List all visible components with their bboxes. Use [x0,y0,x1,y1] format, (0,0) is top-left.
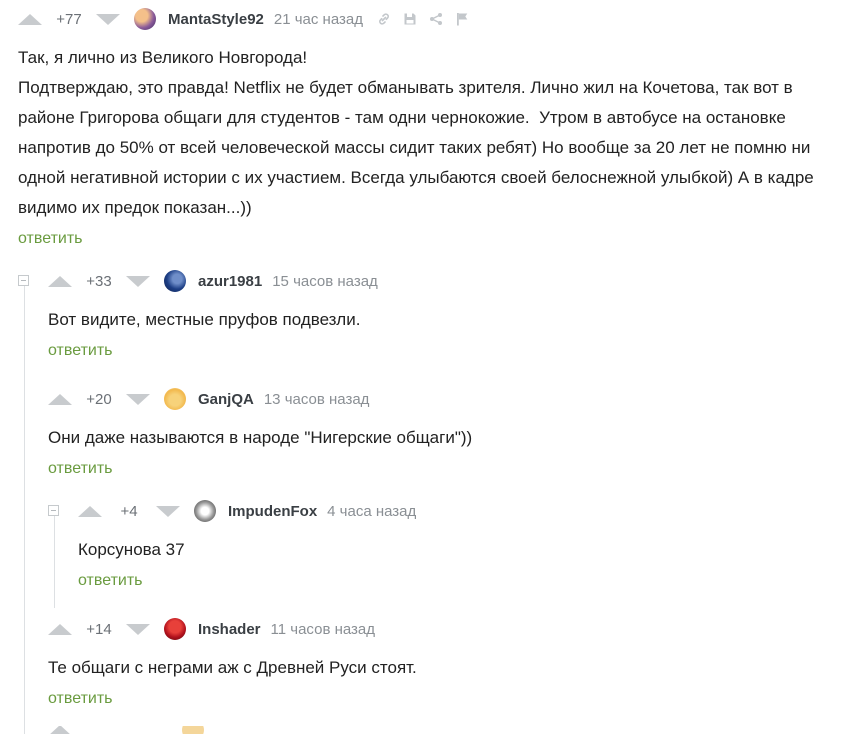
comment-rating: +4 [120,502,138,520]
comment-text: Они даже называются в народе "Нигерские … [48,428,473,447]
comment-rating: +77 [56,10,82,28]
reply-link[interactable]: ответить [18,230,83,248]
comment-rating: +33 [86,272,112,290]
upvote-arrow-icon[interactable] [18,13,42,25]
upvote-arrow-icon[interactable] [78,505,102,517]
avatar[interactable] [164,388,186,410]
downvote-arrow-icon[interactable] [126,393,150,405]
comment-header: +14 Inshader 11 часов назад [48,617,375,641]
username[interactable]: azur1981 [198,273,262,290]
comment-header: +20 GanjQA 13 часов назад [48,387,369,411]
downvote-arrow-icon[interactable] [126,623,150,635]
upvote-arrow-icon[interactable] [48,393,72,405]
comment-header: +4 ImpudenFox 4 часа назад [78,499,416,523]
comment-header: +77 MantaStyle92 21 час назад [18,7,481,31]
collapse-thread-icon[interactable] [18,275,29,286]
downvote-arrow-icon[interactable] [96,13,120,25]
username[interactable]: ImpudenFox [228,503,317,520]
comment-tools [377,12,481,26]
upvote-arrow-icon[interactable] [48,623,72,635]
comment-text: Вот видите, местные пруфов подвезли. [48,310,361,329]
collapse-thread-icon[interactable] [48,505,59,516]
reply-link[interactable]: ответить [48,342,113,360]
next-comment-header-partial [48,726,216,734]
timestamp[interactable]: 13 часов назад [264,391,370,408]
comment-header: +33 azur1981 15 часов назад [48,269,378,293]
username[interactable]: MantaStyle92 [168,11,264,28]
username[interactable]: Inshader [198,621,261,638]
share-icon[interactable] [429,12,443,26]
timestamp[interactable]: 4 часа назад [327,503,416,520]
avatar[interactable] [164,270,186,292]
flag-icon[interactable] [455,12,469,26]
save-icon[interactable] [403,12,417,26]
thread-line-level-1 [24,286,25,734]
downvote-arrow-icon[interactable] [156,505,180,517]
reply-link[interactable]: ответить [48,460,113,478]
timestamp[interactable]: 21 час назад [274,11,363,28]
thread-line-level-2 [54,516,55,608]
comment-text: Те общаги с неграми аж с Древней Руси ст… [48,658,417,677]
avatar[interactable] [134,8,156,30]
username[interactable]: GanjQA [198,391,254,408]
upvote-arrow-icon[interactable] [48,726,72,734]
comment-text: Корсунова 37 [78,540,185,559]
downvote-arrow-icon[interactable] [126,275,150,287]
comment-rating: +14 [86,620,112,638]
link-icon[interactable] [377,12,391,26]
avatar[interactable] [194,500,216,522]
reply-link[interactable]: ответить [78,572,143,590]
avatar[interactable] [164,618,186,640]
comment-rating: +20 [86,390,112,408]
reply-link[interactable]: ответить [48,690,113,708]
timestamp[interactable]: 11 часов назад [271,621,375,638]
timestamp[interactable]: 15 часов назад [272,273,378,290]
upvote-arrow-icon[interactable] [48,275,72,287]
comment-text: Так, я лично из Великого Новгорода! Подт… [18,48,814,217]
avatar[interactable] [182,726,204,734]
